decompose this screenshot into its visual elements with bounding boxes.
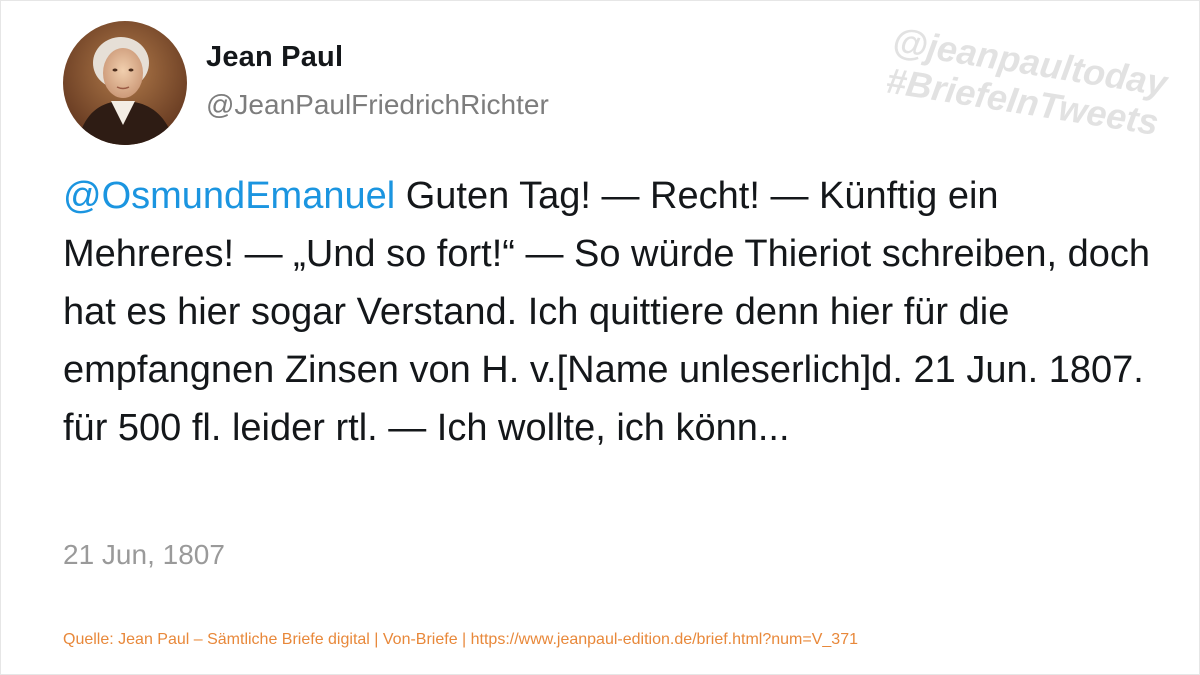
tweet-text: @OsmundEmanuel Guten Tag! — Recht! — Kün… xyxy=(63,167,1153,457)
watermark: @jeanpaultoday #BriefeInTweets xyxy=(883,20,1192,147)
display-name[interactable]: Jean Paul xyxy=(206,41,343,74)
user-handle[interactable]: @JeanPaulFriedrichRichter xyxy=(206,89,549,121)
avatar[interactable] xyxy=(63,21,187,145)
mention-link[interactable]: @OsmundEmanuel xyxy=(63,175,395,217)
tweet-date: 21 Jun, 1807 xyxy=(63,539,225,570)
source-citation[interactable]: Quelle: Jean Paul – Sämtliche Briefe dig… xyxy=(63,631,858,649)
portrait-avatar-icon xyxy=(63,21,187,145)
tweet-card: Jean Paul @JeanPaulFriedrichRichter @jea… xyxy=(0,0,1200,675)
